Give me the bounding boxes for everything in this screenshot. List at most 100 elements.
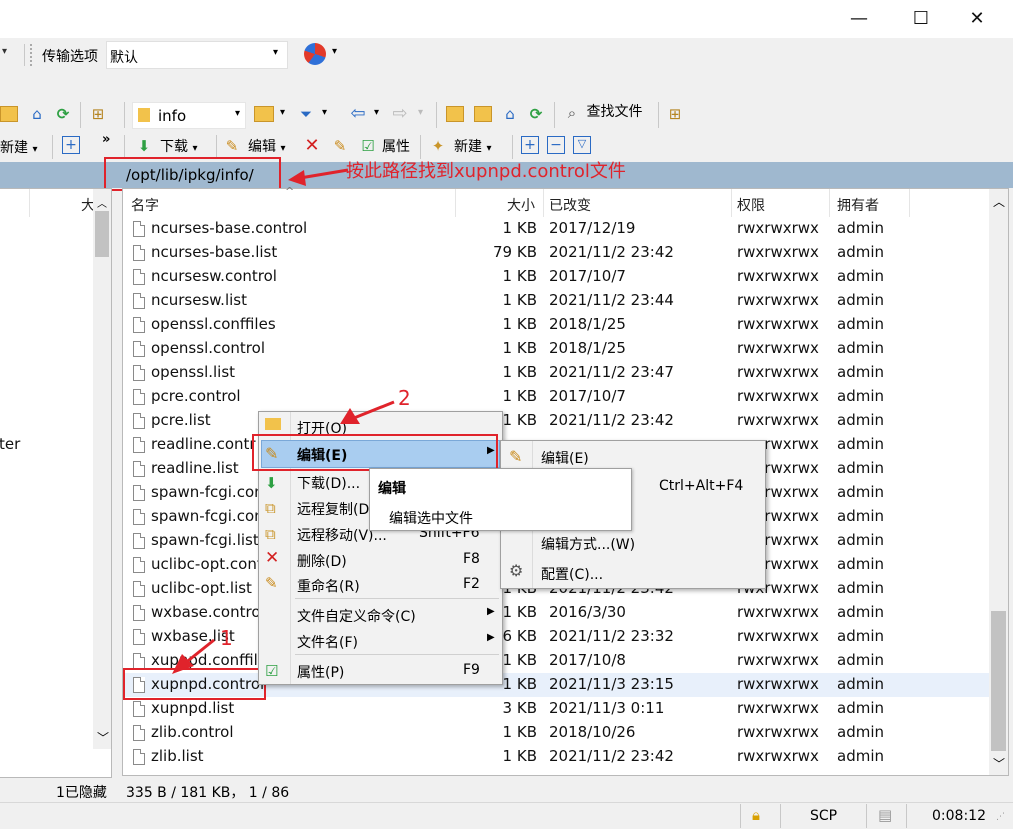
- menu-remote-copy[interactable]: 远程复制(D: [297, 499, 369, 519]
- chevron-down-icon[interactable]: ▾: [322, 107, 327, 118]
- table-row[interactable]: xupnpd.list3 KB2021/11/3 0:11rwxrwxrwxad…: [123, 697, 989, 721]
- col-size[interactable]: 大小: [507, 195, 535, 215]
- menu-download[interactable]: 下载(D)...: [297, 473, 360, 493]
- file-date: 2018/1/25: [549, 315, 729, 333]
- left-new-label: 新建: [0, 140, 28, 156]
- parent-folder-icon[interactable]: [446, 106, 464, 122]
- table-row[interactable]: wxbase.list6 KB2021/11/2 23:32rwxrwxrwxa…: [123, 625, 989, 649]
- table-row[interactable]: pcre.control1 KB2017/10/7rwxrwxrwxadmin: [123, 385, 989, 409]
- current-path[interactable]: /opt/lib/ipkg/info/: [126, 166, 254, 184]
- expand-icon[interactable]: +: [521, 136, 539, 154]
- refresh-icon[interactable]: ⟳: [526, 104, 546, 124]
- table-row[interactable]: openssl.control1 KB2018/1/25rwxrwxrwxadm…: [123, 337, 989, 361]
- rename-icon[interactable]: ✎: [330, 136, 350, 156]
- file-icon: [133, 485, 145, 501]
- home-icon[interactable]: ⌂: [27, 104, 47, 124]
- chevron-down-icon[interactable]: ﹀: [97, 729, 109, 746]
- local-scrollbar[interactable]: ︿ ﹀: [93, 189, 111, 749]
- download-icon: ⬇: [134, 136, 154, 156]
- col-changed[interactable]: 已改变: [549, 195, 591, 215]
- chevron-down-icon[interactable]: ▾: [374, 107, 379, 118]
- file-owner: admin: [837, 627, 909, 645]
- table-row[interactable]: pcre.list1 KB2021/11/2 23:42rwxrwxrwxadm…: [123, 409, 989, 433]
- local-item[interactable]: ter: [0, 435, 20, 453]
- transfer-options-select[interactable]: 默认 ▾: [106, 41, 288, 69]
- local-pane[interactable]: 大 ter ︿ ﹀: [0, 188, 112, 778]
- menu-delete[interactable]: 删除(D): [297, 551, 347, 571]
- file-icon: [133, 389, 145, 405]
- folder-up-icon[interactable]: [0, 106, 18, 122]
- file-owner: admin: [837, 219, 909, 237]
- menu-file-names[interactable]: 文件名(F): [297, 632, 358, 652]
- file-icon: [133, 701, 145, 717]
- close-button[interactable]: ✕: [954, 0, 1000, 38]
- expand-icon[interactable]: +: [62, 136, 80, 154]
- table-row[interactable]: zlib.list1 KB2021/11/2 23:42rwxrwxrwxadm…: [123, 745, 989, 769]
- delete-icon[interactable]: ✕: [302, 136, 322, 156]
- table-row[interactable]: ncurses-base.control1 KB2017/12/19rwxrwx…: [123, 217, 989, 241]
- minimize-button[interactable]: —: [836, 0, 882, 38]
- maximize-button[interactable]: ☐: [898, 0, 944, 38]
- chevron-down-icon: ▾: [235, 108, 240, 119]
- menu-properties[interactable]: 属性(P): [297, 662, 344, 682]
- submenu-edit[interactable]: 编辑(E): [541, 448, 589, 468]
- chevron-up-icon[interactable]: ︿: [97, 195, 107, 210]
- table-row[interactable]: ncursesw.control1 KB2017/10/7rwxrwxrwxad…: [123, 265, 989, 289]
- col-name[interactable]: 名字: [131, 195, 159, 215]
- file-date: 2017/12/19: [549, 219, 729, 237]
- chevron-down-icon: ▾: [32, 144, 37, 155]
- refresh-icon[interactable]: ⟳: [53, 104, 73, 124]
- col-perm[interactable]: 权限: [737, 195, 765, 215]
- back-icon[interactable]: ⇦: [348, 104, 368, 124]
- delete-icon: ✕: [265, 548, 279, 568]
- file-perm: rwxrwxrwx: [737, 699, 829, 717]
- download-button[interactable]: ⬇下载 ▾: [134, 136, 197, 156]
- overflow-icon[interactable]: »: [102, 132, 110, 147]
- properties-button[interactable]: ☑属性: [358, 136, 410, 156]
- filter-toggle-icon[interactable]: ▽: [573, 136, 591, 154]
- home-icon[interactable]: ⌂: [500, 104, 520, 124]
- menu-rename[interactable]: 重命名(R): [297, 576, 360, 596]
- file-perm: rwxrwxrwx: [737, 627, 829, 645]
- chevron-down-icon[interactable]: ▾: [280, 107, 285, 118]
- find-files-button[interactable]: ⌕ 查找文件: [562, 103, 642, 129]
- table-row[interactable]: ncurses-base.list79 KB2021/11/2 23:42rwx…: [123, 241, 989, 265]
- table-row[interactable]: openssl.list1 KB2021/11/2 23:47rwxrwxrwx…: [123, 361, 989, 385]
- tree-icon[interactable]: ⊞: [665, 104, 685, 124]
- chevron-down-icon[interactable]: ▾: [418, 107, 423, 118]
- folder-select[interactable]: info ▾: [132, 102, 246, 129]
- local-scroll-thumb[interactable]: [95, 211, 109, 257]
- tree-icon[interactable]: ⊞: [88, 104, 108, 124]
- resize-grip-icon[interactable]: ⋰: [996, 812, 1005, 822]
- new-button[interactable]: ✦新建 ▾: [428, 136, 491, 156]
- file-icon: [133, 653, 145, 669]
- edit-button[interactable]: ✎编辑 ▾: [222, 136, 285, 156]
- left-new-button[interactable]: 新建 ▾: [0, 137, 37, 157]
- forward-icon[interactable]: ⇨: [390, 104, 410, 124]
- file-date: 2021/11/2 23:32: [549, 627, 729, 645]
- col-owner[interactable]: 拥有者: [837, 195, 879, 215]
- submenu-edit-with[interactable]: 编辑方式...(W): [541, 534, 635, 554]
- collapse-icon[interactable]: −: [547, 136, 565, 154]
- table-row[interactable]: zlib.control1 KB2018/10/26rwxrwxrwxadmin: [123, 721, 989, 745]
- chevron-down-icon[interactable]: ▾: [332, 46, 337, 57]
- table-row[interactable]: openssl.conffiles1 KB2018/1/25rwxrwxrwxa…: [123, 313, 989, 337]
- filter-icon[interactable]: ⏷: [296, 104, 316, 124]
- file-size: 1 KB: [457, 747, 537, 765]
- chevron-down-icon[interactable]: ﹀: [993, 755, 1005, 772]
- menu-custom-commands[interactable]: 文件自定义命令(C): [297, 606, 416, 626]
- protocol: SCP: [810, 808, 837, 824]
- table-row[interactable]: ncursesw.list1 KB2021/11/2 23:44rwxrwxrw…: [123, 289, 989, 313]
- sync-icon[interactable]: [304, 43, 326, 65]
- table-row[interactable]: wxbase.control1 KB2016/3/30rwxrwxrwxadmi…: [123, 601, 989, 625]
- root-folder-icon[interactable]: [474, 106, 492, 122]
- remote-scrollbar[interactable]: ︿ ﹀: [989, 189, 1008, 775]
- file-date: 2021/11/2 23:47: [549, 363, 729, 381]
- remote-scroll-thumb[interactable]: [991, 611, 1006, 751]
- folder-name: info: [158, 107, 186, 125]
- submenu-config[interactable]: 配置(C)...: [541, 564, 603, 584]
- open-folder-icon[interactable]: [254, 106, 274, 122]
- chevron-up-icon[interactable]: ︿: [993, 193, 1005, 210]
- dropdown-arrow-icon[interactable]: ▾: [2, 46, 7, 57]
- file-owner: admin: [837, 459, 909, 477]
